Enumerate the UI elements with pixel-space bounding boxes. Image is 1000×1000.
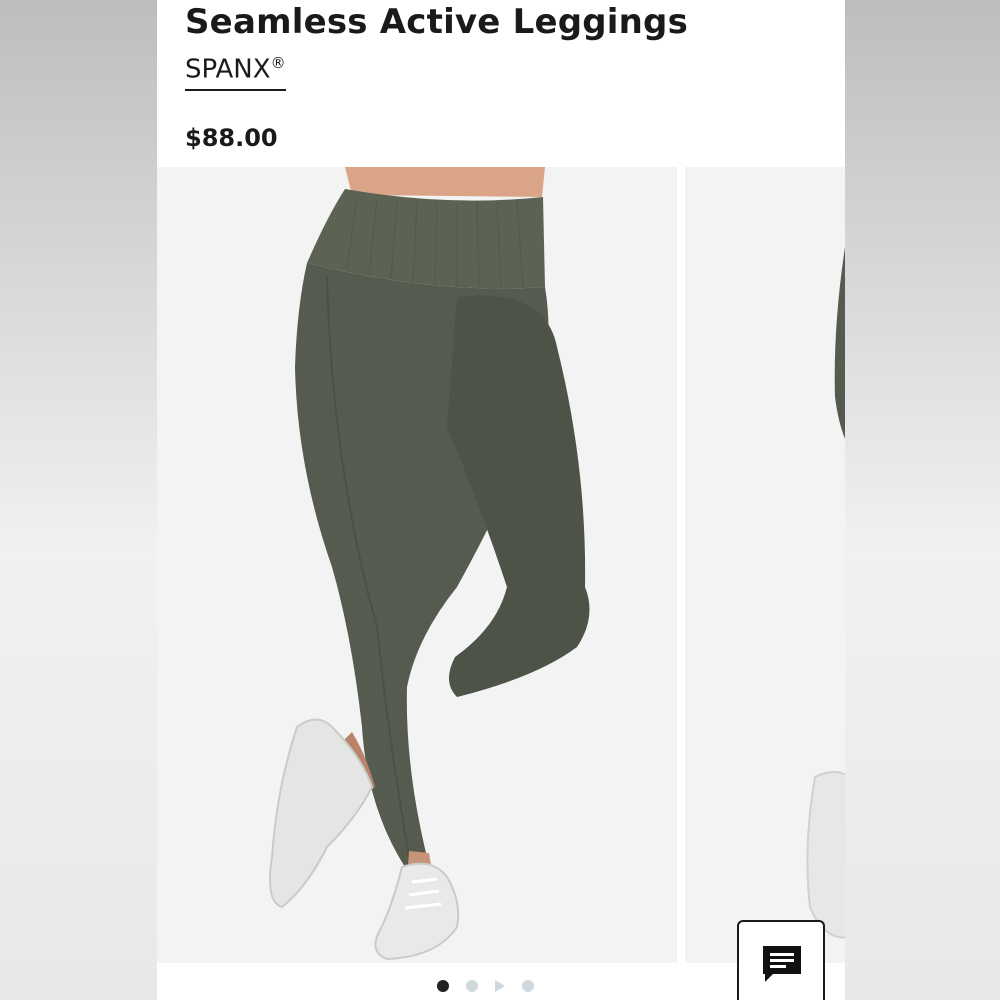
play-icon[interactable] [495,980,505,992]
brand-link[interactable]: SPANX® [185,54,286,91]
leggings-illustration [269,167,590,961]
background-left [0,0,157,1000]
carousel-dot-4[interactable] [522,980,534,992]
registered-mark: ® [270,54,286,72]
background-right [845,0,1000,1000]
product-panel: Seamless Active Leggings SPANX® $88.00 [157,0,845,1000]
leggings-side-illustration [806,247,845,939]
product-image-main[interactable] [157,167,677,963]
image-carousel[interactable] [157,167,845,963]
product-title: Seamless Active Leggings [185,2,689,42]
product-image-secondary[interactable] [685,167,845,963]
product-price: $88.00 [185,124,278,152]
carousel-dot-1[interactable] [437,980,449,992]
carousel-pagination [437,980,534,992]
chat-bubble-icon [763,946,801,982]
brand-name: SPANX [185,54,271,85]
chat-button[interactable] [737,920,825,1000]
carousel-dot-2[interactable] [466,980,478,992]
